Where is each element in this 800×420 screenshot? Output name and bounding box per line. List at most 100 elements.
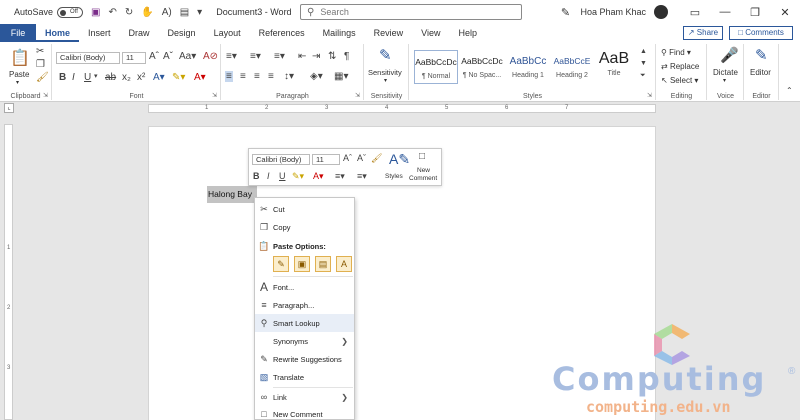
justify-icon[interactable]: ≡ — [268, 71, 274, 82]
clear-formatting-icon[interactable]: A⊘ — [203, 51, 218, 62]
mini-new-comment-label1[interactable]: New — [417, 167, 430, 174]
mini-shrink-font-icon[interactable]: Aˇ — [357, 153, 366, 163]
mini-highlight-icon[interactable]: ✎▾ — [292, 171, 304, 182]
style-no-spacing[interactable]: AaBbCcDc ¶ No Spac... — [460, 50, 504, 84]
menu-item-link[interactable]: ∞ Link ❯ — [255, 388, 354, 406]
align-center-icon[interactable]: ≡ — [240, 71, 246, 82]
clipboard-launcher-icon[interactable]: ⇲ — [43, 92, 48, 99]
sensitivity-icon[interactable]: ✎ — [379, 46, 392, 64]
menu-item-rewrite[interactable]: ✎ Rewrite Suggestions — [255, 350, 354, 368]
menu-item-paragraph[interactable]: ≡ Paragraph... — [255, 296, 354, 314]
bullets-icon[interactable]: ≡▾ — [226, 51, 237, 62]
undo-icon[interactable]: ↶ — [108, 7, 116, 18]
mini-font-size-dropdown[interactable]: 11 — [312, 154, 340, 165]
align-left-icon[interactable]: ≡ — [225, 71, 233, 82]
menu-item-new-comment[interactable]: □ New Comment — [255, 405, 354, 420]
sensitivity-label[interactable]: Sensitivity — [368, 68, 402, 77]
numbering-icon[interactable]: ≡▾ — [250, 51, 261, 62]
tab-insert[interactable]: Insert — [79, 24, 120, 42]
font-color-icon[interactable]: A▾ — [194, 72, 206, 83]
share-button[interactable]: ↗ Share — [683, 26, 723, 40]
minimize-icon[interactable]: — — [710, 6, 740, 18]
find-button[interactable]: ⚲ Find ▾ — [661, 48, 691, 57]
user-name[interactable]: Hoa Pham Khac — [580, 7, 646, 17]
shrink-font-icon[interactable]: Aˇ — [163, 51, 173, 62]
shading-icon[interactable]: ◈▾ — [310, 71, 323, 82]
mini-new-comment-label2[interactable]: Comment — [409, 175, 437, 182]
mini-italic-icon[interactable]: I — [267, 171, 270, 181]
increase-indent-icon[interactable]: ⇥ — [312, 51, 320, 62]
format-painter-icon[interactable]: 🖌 — [36, 72, 49, 83]
pen-icon[interactable]: ✎ — [550, 6, 580, 19]
mini-font-color-icon[interactable]: A▾ — [313, 171, 324, 182]
menu-item-synonyms[interactable]: Synonyms ❯ — [255, 332, 354, 350]
styles-scroll-down-icon[interactable]: ▼ — [640, 60, 647, 67]
strikethrough-icon[interactable]: ab — [105, 72, 116, 83]
redo-icon[interactable]: ↻ — [125, 7, 133, 18]
tab-design[interactable]: Design — [159, 24, 205, 42]
mini-styles-icon[interactable]: A✎ — [389, 151, 410, 168]
touch-mode-icon[interactable]: ✋ — [141, 7, 153, 18]
cut-icon[interactable]: ✂ — [36, 46, 44, 57]
mini-bold-icon[interactable]: B — [253, 171, 260, 181]
microphone-icon[interactable]: 🎤 — [720, 46, 739, 64]
tab-review[interactable]: Review — [365, 24, 413, 42]
customize-qat-icon[interactable]: ▾ — [197, 7, 202, 18]
select-button[interactable]: ↖ Select ▾ — [661, 76, 698, 85]
styles-scroll-up-icon[interactable]: ▲ — [640, 48, 647, 55]
grow-font-icon[interactable]: Aˆ — [149, 51, 159, 62]
ribbon-display-icon[interactable]: ▭ — [680, 6, 710, 19]
styles-launcher-icon[interactable]: ⇲ — [647, 92, 652, 99]
mini-styles-label[interactable]: Styles — [385, 173, 403, 180]
menu-item-smart-lookup[interactable]: ⚲ Smart Lookup — [255, 314, 354, 332]
italic-icon[interactable]: I — [72, 72, 75, 83]
mini-new-comment-icon[interactable]: □ — [419, 151, 425, 162]
text-effects-icon[interactable]: A▾ — [153, 72, 165, 83]
avatar[interactable] — [654, 5, 668, 19]
borders-icon[interactable]: ▦▾ — [334, 71, 348, 82]
restore-icon[interactable]: ❐ — [740, 6, 770, 19]
paste-label[interactable]: Paste — [9, 70, 29, 79]
tab-mailings[interactable]: Mailings — [314, 24, 365, 42]
collapse-ribbon-icon[interactable]: ⌃ — [786, 86, 793, 95]
paste-merge-format-icon[interactable]: ▣ — [294, 256, 310, 272]
tab-help[interactable]: Help — [450, 24, 487, 42]
close-icon[interactable]: ✕ — [770, 6, 800, 19]
font-name-dropdown[interactable]: Calibri (Body) — [56, 52, 120, 64]
change-case-icon[interactable]: Aa▾ — [179, 51, 196, 62]
style-heading-1[interactable]: AaBbCc Heading 1 — [506, 50, 550, 84]
align-right-icon[interactable]: ≡ — [254, 71, 260, 82]
highlight-icon[interactable]: ✎▾ — [172, 72, 185, 83]
tab-layout[interactable]: Layout — [205, 24, 250, 42]
tab-view[interactable]: View — [412, 24, 449, 42]
mini-numbering-icon[interactable]: ≡▾ — [357, 171, 367, 182]
paste-picture-icon[interactable]: ▤ — [315, 256, 331, 272]
bold-icon[interactable]: B — [59, 72, 66, 83]
line-spacing-icon[interactable]: ↕▾ — [284, 71, 294, 82]
show-formatting-icon[interactable]: ¶ — [344, 51, 349, 62]
sensitivity-dropdown-icon[interactable]: ▾ — [384, 77, 387, 84]
sort-icon[interactable]: ⇅ — [328, 51, 336, 62]
search-box[interactable]: ⚲ Search — [300, 4, 522, 20]
underline-icon[interactable]: U — [84, 72, 91, 83]
menu-item-copy[interactable]: ❐ Copy — [255, 218, 354, 236]
decrease-indent-icon[interactable]: ⇤ — [298, 51, 306, 62]
paste-keep-source-icon[interactable]: ✎ — [273, 256, 289, 272]
read-aloud-icon[interactable]: A) — [162, 7, 172, 18]
print-preview-icon[interactable]: ▤ — [180, 7, 189, 18]
tab-references[interactable]: References — [250, 24, 314, 42]
mini-grow-font-icon[interactable]: Aˆ — [343, 153, 352, 163]
selected-text[interactable]: Halong Bay — [207, 186, 257, 203]
dictate-label[interactable]: Dictate — [713, 68, 738, 77]
menu-item-cut[interactable]: ✂ Cut — [255, 200, 354, 218]
multilevel-list-icon[interactable]: ≡▾ — [274, 51, 285, 62]
subscript-icon[interactable]: x₂ — [122, 72, 131, 83]
copy-icon[interactable]: ❐ — [36, 59, 45, 70]
style-title[interactable]: AaB Title — [594, 50, 634, 84]
tab-file[interactable]: File — [0, 24, 36, 42]
font-launcher-icon[interactable]: ⇲ — [212, 92, 217, 99]
paste-dropdown-icon[interactable]: ▾ — [16, 79, 19, 86]
replace-button[interactable]: ⇄ Replace — [661, 62, 699, 71]
mini-format-painter-icon[interactable]: 🖌 — [371, 153, 382, 164]
paste-icon[interactable]: 📋 — [10, 48, 30, 68]
